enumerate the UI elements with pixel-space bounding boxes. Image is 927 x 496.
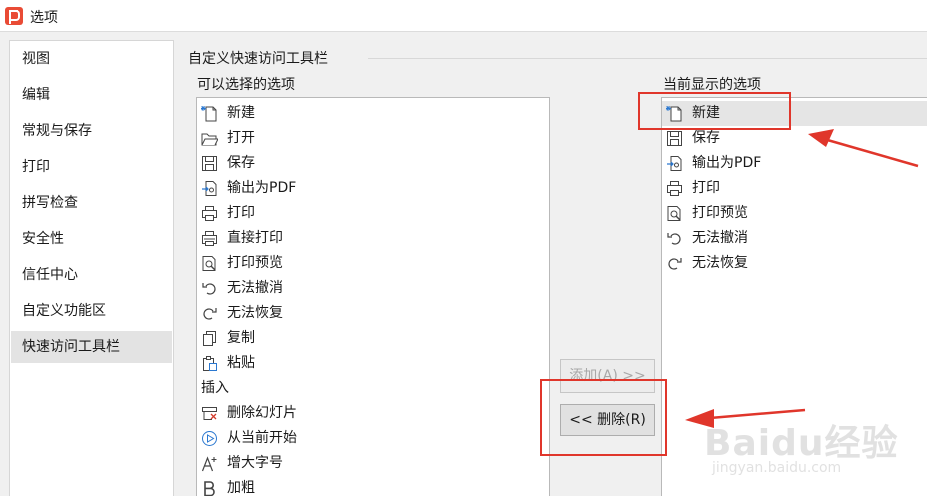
title-bar: 选项: [0, 0, 927, 32]
sidebar-item-general-save[interactable]: 常规与保存: [11, 115, 172, 147]
save-icon: [667, 131, 682, 146]
sidebar-item-quick-access-toolbar[interactable]: 快速访问工具栏: [11, 331, 172, 363]
sidebar-item-label: 自定义功能区: [22, 303, 106, 319]
sidebar-item-label: 常规与保存: [22, 123, 92, 139]
sidebar-item-label: 视图: [22, 51, 50, 67]
list-item[interactable]: 增大字号: [197, 451, 527, 476]
list-item-label: 打印预览: [227, 255, 283, 271]
list-item-label: 删除幻灯片: [227, 405, 297, 421]
list-item-label: 粘贴: [227, 355, 255, 371]
list-item[interactable]: 直接打印: [197, 226, 527, 251]
save-icon: [202, 156, 217, 171]
current-options-caption: 当前显示的选项: [663, 77, 761, 93]
sidebar-item-label: 编辑: [22, 87, 50, 103]
list-item[interactable]: 无法恢复: [197, 301, 527, 326]
sidebar-item-security[interactable]: 安全性: [11, 223, 172, 255]
list-item-label: 输出为PDF: [692, 155, 762, 171]
list-item[interactable]: 从当前开始: [197, 426, 527, 451]
new-file-icon: [201, 106, 217, 122]
sidebar-item-label: 拼写检查: [22, 195, 78, 211]
sidebar-item-label: 打印: [22, 159, 50, 175]
list-group-header: 插入: [197, 376, 527, 401]
delete-slide-icon: [202, 407, 217, 420]
list-item-label: 增大字号: [227, 455, 283, 471]
print-icon: [667, 181, 682, 196]
list-item-label: 无法恢复: [692, 255, 748, 271]
list-item-label: 直接打印: [227, 230, 283, 246]
play-from-current-icon: [202, 431, 217, 446]
list-item[interactable]: 打印: [662, 176, 927, 201]
sidebar-item-customize-ribbon[interactable]: 自定义功能区: [11, 295, 172, 327]
list-item-label: 无法撤消: [692, 230, 748, 246]
watermark-brand: Baidu经验: [704, 423, 899, 464]
list-item-label: 无法恢复: [227, 305, 283, 321]
sidebar-item-edit[interactable]: 编辑: [11, 79, 172, 111]
window-title: 选项: [30, 10, 58, 26]
print-icon: [202, 206, 217, 221]
sidebar-item-label: 快速访问工具栏: [22, 339, 120, 355]
redo-icon: [203, 308, 217, 320]
watermark: Baidu经验 jingyan.baidu.com: [700, 412, 927, 496]
list-item[interactable]: 粘贴: [197, 351, 527, 376]
list-item-label: 打印预览: [692, 205, 748, 221]
increase-font-icon: [201, 456, 217, 472]
wps-presentation-icon: [5, 7, 23, 25]
copy-icon: [203, 331, 216, 346]
export-pdf-icon: [202, 181, 217, 196]
sidebar-item-label: 安全性: [22, 231, 64, 247]
list-item-label: 新建: [227, 105, 255, 121]
bold-icon: [204, 481, 215, 496]
annotation-highlight-box: [638, 92, 791, 130]
print-preview-icon: [667, 206, 681, 221]
list-item-label: 保存: [227, 155, 255, 171]
list-item[interactable]: 删除幻灯片: [197, 401, 527, 426]
available-commands-list[interactable]: 新建 打开 保存 输出为PDF 打印 直接打印 打印预览 无法撤消 无法恢复 复…: [196, 97, 550, 496]
sidebar-item-label: 信任中心: [22, 267, 78, 283]
list-item[interactable]: 打印: [197, 201, 527, 226]
list-item[interactable]: 无法撤消: [197, 276, 527, 301]
sidebar-item-trust-center[interactable]: 信任中心: [11, 259, 172, 291]
undo-icon: [202, 283, 216, 295]
annotation-arrow-icon: [808, 129, 919, 168]
list-item-label: 输出为PDF: [227, 180, 297, 196]
list-item[interactable]: 新建: [197, 101, 527, 126]
paste-icon: [203, 356, 217, 371]
list-item[interactable]: 无法撤消: [662, 226, 927, 251]
list-item-label: 打印: [692, 180, 720, 196]
print-preview-icon: [202, 256, 216, 271]
direct-print-icon: [202, 231, 217, 246]
group-title: 自定义快速访问工具栏: [188, 51, 328, 67]
annotation-highlight-box: [540, 379, 667, 456]
list-item[interactable]: 保存: [197, 151, 527, 176]
watermark-url: jingyan.baidu.com: [712, 460, 842, 476]
list-item[interactable]: 加粗: [197, 476, 527, 496]
redo-icon: [668, 258, 682, 270]
export-pdf-icon: [667, 156, 682, 171]
list-item-label: 复制: [227, 330, 255, 346]
group-divider: [368, 58, 927, 59]
open-folder-icon: [201, 133, 218, 146]
list-item[interactable]: 无法恢复: [662, 251, 927, 276]
list-item[interactable]: 输出为PDF: [197, 176, 527, 201]
undo-icon: [667, 233, 681, 245]
list-item-label: 加粗: [227, 480, 255, 496]
list-item-label: 无法撤消: [227, 280, 283, 296]
sidebar-item-view[interactable]: 视图: [11, 43, 172, 75]
list-group-header-label: 插入: [201, 380, 229, 396]
available-options-caption: 可以选择的选项: [197, 77, 295, 93]
sidebar-item-print[interactable]: 打印: [11, 151, 172, 183]
options-sidebar: 视图 编辑 常规与保存 打印 拼写检查 安全性 信任中心 自定义功能区 快速访问…: [9, 40, 174, 496]
list-item[interactable]: 打印预览: [662, 201, 927, 226]
list-item[interactable]: 打开: [197, 126, 527, 151]
sidebar-item-spellcheck[interactable]: 拼写检查: [11, 187, 172, 219]
list-item-label: 打印: [227, 205, 255, 221]
list-item-label: 从当前开始: [227, 430, 297, 446]
list-item[interactable]: 复制: [197, 326, 527, 351]
list-item-label: 打开: [227, 130, 255, 146]
list-item[interactable]: 打印预览: [197, 251, 527, 276]
